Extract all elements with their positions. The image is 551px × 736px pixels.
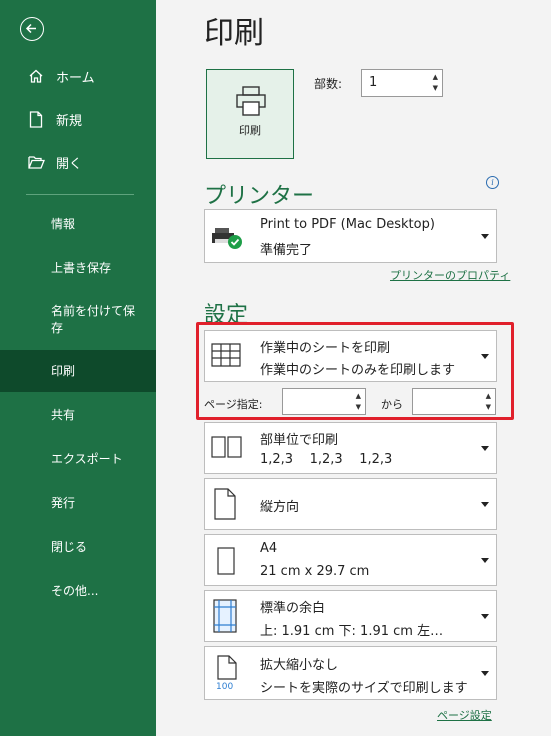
print-pane: 印刷 印刷 部数: 1 ▲ ▼ プリンター i Print to PDF (Mac… [156,0,551,736]
spin-buttons[interactable]: ▲ ▼ [433,72,438,94]
sidebar-item-label: 開く [56,156,83,172]
paper-size-title: A4 [260,541,278,556]
chevron-down-icon [481,614,489,619]
chevron-down-icon [481,558,489,563]
printer-icon [236,86,266,116]
sidebar-item-label: 発行 [51,495,76,510]
print-button-label: 印刷 [239,124,261,137]
sidebar-item-info[interactable]: 情報 [0,204,156,244]
copies-value: 1 [369,75,378,90]
new-document-icon [24,110,48,128]
info-icon[interactable]: i [486,176,499,189]
sidebar-item-more[interactable]: その他... [0,571,156,611]
scaling-dropdown[interactable]: 100 拡大縮小なし シートを実際のサイズで印刷します [204,646,497,700]
open-folder-icon [24,155,48,169]
collation-desc: 1,2,3 1,2,3 1,2,3 [260,452,393,467]
svg-text:100: 100 [216,682,233,691]
printer-dropdown[interactable]: Print to PDF (Mac Desktop) 準備完了 [204,209,497,263]
copies-stepper[interactable]: 1 ▲ ▼ [361,69,443,97]
sidebar-item-label: 名前を付けて保存 [51,304,136,335]
chevron-down-icon [481,671,489,676]
backstage-sidebar: ホーム 新規 開く 情報 上書き保存 名前を付けて保存 印刷 共有 エクスポート… [0,0,156,736]
scaling-desc: シートを実際のサイズで印刷します [260,681,468,696]
sidebar-item-open[interactable]: 開く [0,142,156,182]
margins-desc: 上: 1.91 cm 下: 1.91 cm 左… [260,624,444,639]
paper-size-dropdown[interactable]: A4 21 cm x 29.7 cm [204,534,497,586]
sidebar-item-new[interactable]: 新規 [0,99,156,139]
page-setup-link[interactable]: ページ設定 [437,707,492,723]
sidebar-item-label: 閉じる [51,539,88,554]
margins-icon [213,599,237,637]
spin-up-icon[interactable]: ▲ [433,73,438,81]
collate-icon [211,436,243,462]
sidebar-item-label: ホーム [56,70,95,86]
sidebar-item-close[interactable]: 閉じる [0,527,156,567]
chevron-down-icon [481,446,489,451]
sidebar-item-save[interactable]: 上書き保存 [0,248,156,288]
sidebar-item-publish[interactable]: 発行 [0,483,156,523]
sidebar-item-label: その他... [51,583,99,598]
printer-name: Print to PDF (Mac Desktop) [260,217,435,232]
sidebar-item-label: 共有 [51,407,76,422]
scaling-icon: 100 [215,655,239,695]
sidebar-item-home[interactable]: ホーム [0,56,156,96]
printer-ready-icon [211,223,245,255]
margins-title: 標準の余白 [260,601,326,616]
sidebar-item-label: 情報 [51,216,76,231]
print-button[interactable]: 印刷 [206,69,294,159]
page-title: 印刷 [204,16,264,51]
orientation-dropdown[interactable]: 縦方向 [204,478,497,530]
chevron-down-icon [481,502,489,507]
collation-title: 部単位で印刷 [260,433,339,448]
sidebar-item-label: 印刷 [51,363,76,378]
printer-properties-link[interactable]: プリンターのプロパティ [390,267,510,283]
margins-dropdown[interactable]: 標準の余白 上: 1.91 cm 下: 1.91 cm 左… [204,590,497,642]
portrait-page-icon [214,488,236,524]
printer-status: 準備完了 [260,243,313,258]
sidebar-item-share[interactable]: 共有 [0,395,156,435]
chevron-down-icon [481,234,489,239]
highlight-box [196,322,514,420]
copies-label: 部数: [314,77,343,91]
sidebar-item-export[interactable]: エクスポート [0,439,156,479]
sidebar-item-print[interactable]: 印刷 [0,350,156,392]
printer-heading: プリンター [204,184,315,209]
sidebar-item-label: エクスポート [51,451,123,466]
sidebar-item-label: 上書き保存 [51,260,112,275]
paper-size-desc: 21 cm x 29.7 cm [260,564,370,579]
back-arrow-icon[interactable] [20,17,44,41]
scaling-title: 拡大縮小なし [260,658,339,673]
paper-icon [217,547,235,579]
home-icon [24,68,48,84]
sidebar-item-save-as[interactable]: 名前を付けて保存 [0,296,156,344]
sidebar-divider [26,194,134,195]
spin-down-icon[interactable]: ▼ [433,84,438,92]
orientation-title: 縦方向 [260,500,300,515]
collation-dropdown[interactable]: 部単位で印刷 1,2,3 1,2,3 1,2,3 [204,422,497,474]
sidebar-item-label: 新規 [56,113,83,129]
